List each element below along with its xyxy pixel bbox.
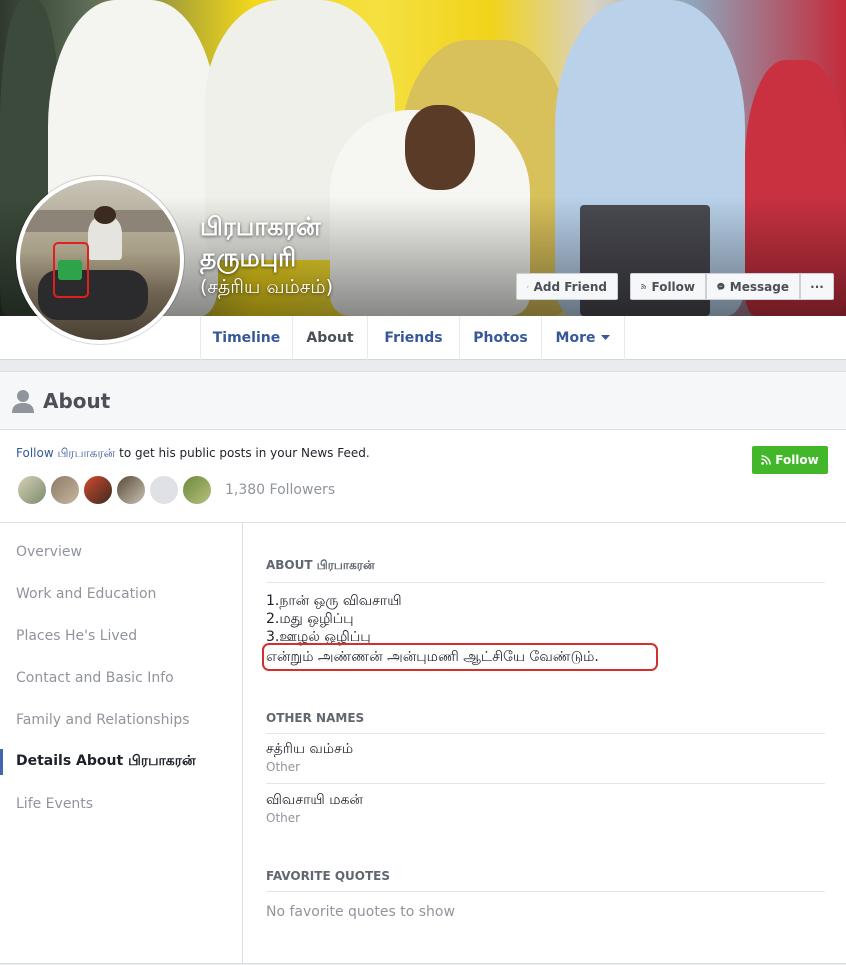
tab-label: Timeline	[212, 330, 281, 346]
follower-avatar[interactable]	[82, 474, 114, 506]
sidebar-item-label: Places He's Lived	[16, 628, 138, 644]
about-details-card: Overview Work and Education Places He's …	[0, 523, 846, 964]
about-sidebar: Overview Work and Education Places He's …	[0, 523, 243, 964]
follower-avatar[interactable]	[115, 474, 147, 506]
follow-green-label: Follow	[775, 453, 819, 467]
profile-page: பிரபாகரன் தருமபுரி (சத்ரிய வம்சம்) Add F…	[0, 0, 846, 965]
more-options-icon: ···	[810, 279, 824, 294]
follower-avatar[interactable]	[148, 474, 180, 506]
tab-friends[interactable]: Friends	[367, 316, 459, 360]
annotation-box-avatar	[53, 242, 89, 298]
profile-tabs: Timeline About Friends Photos More	[200, 316, 625, 360]
follow-label: Follow	[651, 279, 695, 294]
about-line: 2.மது ஒழிப்பு	[266, 611, 354, 627]
caret-down-icon	[601, 335, 611, 340]
message-button[interactable]: Message	[706, 273, 800, 300]
follower-avatar[interactable]	[16, 474, 48, 506]
tab-timeline[interactable]: Timeline	[200, 316, 292, 360]
about-summary-card: About Follow பிரபாகரன் to get his public…	[0, 371, 846, 523]
annotation-highlight-box	[262, 643, 658, 671]
follow-green-button[interactable]: Follow	[752, 446, 828, 474]
follower-avatar[interactable]	[49, 474, 81, 506]
profile-name-line2[interactable]: தருமபுரி	[200, 243, 296, 276]
add-friend-button[interactable]: Add Friend	[516, 273, 618, 300]
sidebar-item-work-education[interactable]: Work and Education	[0, 581, 242, 607]
follower-avatar[interactable]	[181, 474, 213, 506]
other-name: விவசாயி மகன்	[266, 792, 364, 808]
follow-prompt: Follow பிரபாகரன் to get his public posts…	[16, 446, 370, 462]
more-options-button[interactable]: ···	[800, 273, 834, 300]
profile-picture-image	[20, 180, 180, 340]
sidebar-item-contact[interactable]: Contact and Basic Info	[0, 665, 242, 691]
rss-icon	[641, 283, 647, 290]
tab-label: More	[555, 330, 596, 346]
tab-about[interactable]: About	[292, 316, 367, 360]
no-quotes-text: No favorite quotes to show	[266, 904, 455, 920]
follow-button[interactable]: Follow	[630, 273, 706, 300]
other-name: சத்ரிய வம்சம்	[266, 741, 354, 757]
sidebar-item-overview[interactable]: Overview	[0, 539, 242, 565]
follow-prompt-text: to get his public posts in your News Fee…	[115, 446, 370, 460]
tab-label: Friends	[384, 330, 443, 346]
followers-count[interactable]: 1,380 Followers	[225, 482, 335, 498]
tab-label: Photos	[473, 330, 528, 346]
other-name-type: Other	[266, 760, 301, 774]
divider	[266, 783, 825, 784]
about-card-header: About	[0, 372, 846, 430]
add-friend-icon	[527, 285, 529, 288]
sidebar-item-family[interactable]: Family and Relationships	[0, 707, 242, 733]
other-name-type: Other	[266, 811, 301, 825]
profile-picture[interactable]	[16, 176, 184, 344]
rss-icon	[761, 455, 772, 465]
add-friend-label: Add Friend	[533, 279, 607, 294]
person-icon	[12, 389, 34, 413]
tab-label: About	[306, 330, 354, 346]
tab-photos[interactable]: Photos	[459, 316, 541, 360]
sidebar-item-details[interactable]: Details About பிரபாகரன்	[0, 749, 242, 775]
about-line: 1.நான் ஒரு விவசாயி	[266, 593, 402, 609]
sidebar-item-label: Family and Relationships	[16, 712, 190, 728]
tab-more[interactable]: More	[541, 316, 625, 360]
profile-action-group: Follow Message ···	[630, 273, 834, 300]
about-title: About	[43, 388, 111, 413]
profile-name[interactable]: பிரபாகரன்	[200, 212, 321, 245]
sidebar-item-life-events[interactable]: Life Events	[0, 791, 242, 817]
sidebar-item-label: Overview	[16, 544, 82, 560]
favorite-quotes-heading: FAVORITE QUOTES	[266, 869, 825, 892]
sidebar-item-label: Details About பிரபாகரன்	[16, 753, 196, 769]
message-label: Message	[729, 279, 789, 294]
follow-prompt-link[interactable]: Follow பிரபாகரன்	[16, 446, 115, 460]
about-section-heading: ABOUT பிரபாகரன்	[266, 558, 825, 583]
follower-avatars	[16, 474, 214, 506]
sidebar-item-label: Work and Education	[16, 586, 157, 602]
sidebar-item-label: Contact and Basic Info	[16, 670, 174, 686]
messenger-icon	[717, 282, 725, 291]
sidebar-item-places[interactable]: Places He's Lived	[0, 623, 242, 649]
other-names-heading: OTHER NAMES	[266, 711, 825, 734]
sidebar-item-label: Life Events	[16, 796, 94, 812]
profile-alternate-name: (சத்ரிய வம்சம்)	[200, 276, 334, 298]
